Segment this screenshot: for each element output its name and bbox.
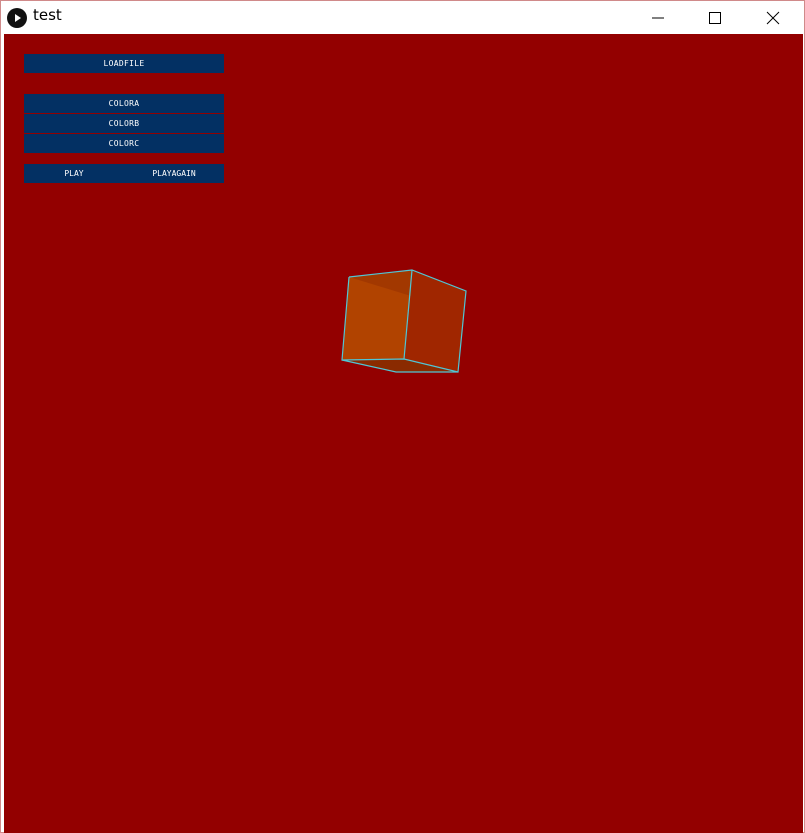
close-icon bbox=[766, 11, 780, 25]
close-button[interactable] bbox=[750, 1, 796, 33]
app-window: test LOADFILE COLORA COLORB COLORC PLAY … bbox=[0, 0, 805, 833]
play-icon bbox=[7, 8, 27, 28]
cube-right-face bbox=[404, 270, 466, 372]
window-title: test bbox=[33, 6, 62, 24]
maximize-icon bbox=[709, 12, 721, 24]
maximize-button[interactable] bbox=[692, 1, 738, 33]
title-bar[interactable]: test bbox=[1, 1, 804, 33]
cube-model[interactable] bbox=[4, 34, 803, 833]
minimize-button[interactable] bbox=[635, 1, 681, 33]
minimize-icon bbox=[652, 17, 664, 19]
sketch-canvas[interactable]: LOADFILE COLORA COLORB COLORC PLAY PLAYA… bbox=[4, 34, 803, 833]
